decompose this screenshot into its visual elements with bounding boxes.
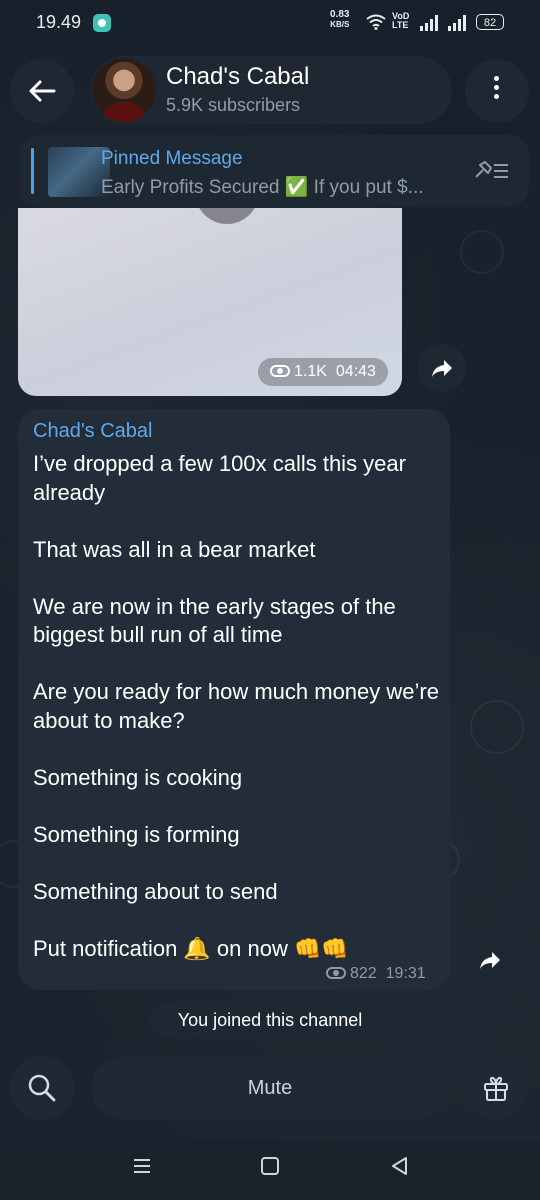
battery-icon: 82 [476,14,504,30]
video-meta: 1.1K 04:43 [258,358,388,386]
status-time: 19.49 [36,12,82,32]
forward-icon [432,360,452,377]
message-views: 822 [350,965,377,982]
video-views: 1.1K [294,363,327,380]
message-text: I’ve dropped a few 100x calls this year … [33,450,443,963]
more-vertical-icon [494,76,500,103]
eye-icon [270,365,290,377]
status-bar: 19.49 0.83 KB/S VoD LTE 82 [0,0,540,48]
message-line: I’ve dropped a few 100x calls this year … [33,451,406,505]
message-line: Something is cooking [33,764,243,790]
network-speed-value: 0.83 [330,9,350,20]
channel-title[interactable]: Chad's Cabal [166,63,309,91]
video-duration: 04:43 [335,363,376,380]
forward-icon [480,952,500,969]
forward-button[interactable] [466,936,514,984]
gift-button[interactable] [464,1056,528,1120]
back-arrow-icon [29,80,56,102]
eye-icon [326,967,346,979]
search-button[interactable] [10,1056,74,1120]
forward-button[interactable] [418,344,466,392]
signal-icon [448,15,468,31]
volte-label: VoD LTE [392,12,409,30]
message-line: Are you ready for how much money we’re a… [33,679,439,733]
network-speed: 0.83 KB/S [330,10,349,30]
wifi-icon [366,14,386,34]
message-author[interactable]: Chad's Cabal [33,420,152,443]
network-speed-unit: KB/S [330,20,350,29]
recents-icon[interactable] [132,1156,152,1182]
message-time: 19:31 [385,965,426,982]
message-line: That was all in a bear market [33,536,316,562]
pinned-text: Early Profits Secured ✅ If you put $... [101,177,424,198]
notification-app-icon [93,14,111,32]
gift-icon [484,1076,508,1101]
service-message: You joined this channel [148,1003,392,1037]
message-line: Put notification 🔔 on now 👊👊 [33,935,349,961]
volte-bottom: LTE [392,20,409,30]
avatar[interactable] [92,58,156,122]
back-triangle-icon[interactable] [390,1156,410,1182]
message-line: We are now in the early stages of the bi… [33,593,396,648]
message-line: Something about to send [33,878,278,904]
subscriber-count: 5.9K subscribers [166,95,301,115]
more-options-button[interactable] [465,59,529,123]
back-button[interactable] [10,59,74,123]
message-line: Something is forming [33,821,240,847]
home-icon[interactable] [260,1156,280,1182]
unpin-list-icon[interactable] [472,157,512,185]
mute-button[interactable]: Mute [92,1056,448,1120]
pinned-indicator [31,148,34,194]
play-button[interactable] [195,208,259,224]
message-meta: 822 19:31 [326,965,426,983]
signal-icon [420,15,440,31]
pinned-title: Pinned Message [101,148,243,169]
search-icon [28,1074,56,1102]
